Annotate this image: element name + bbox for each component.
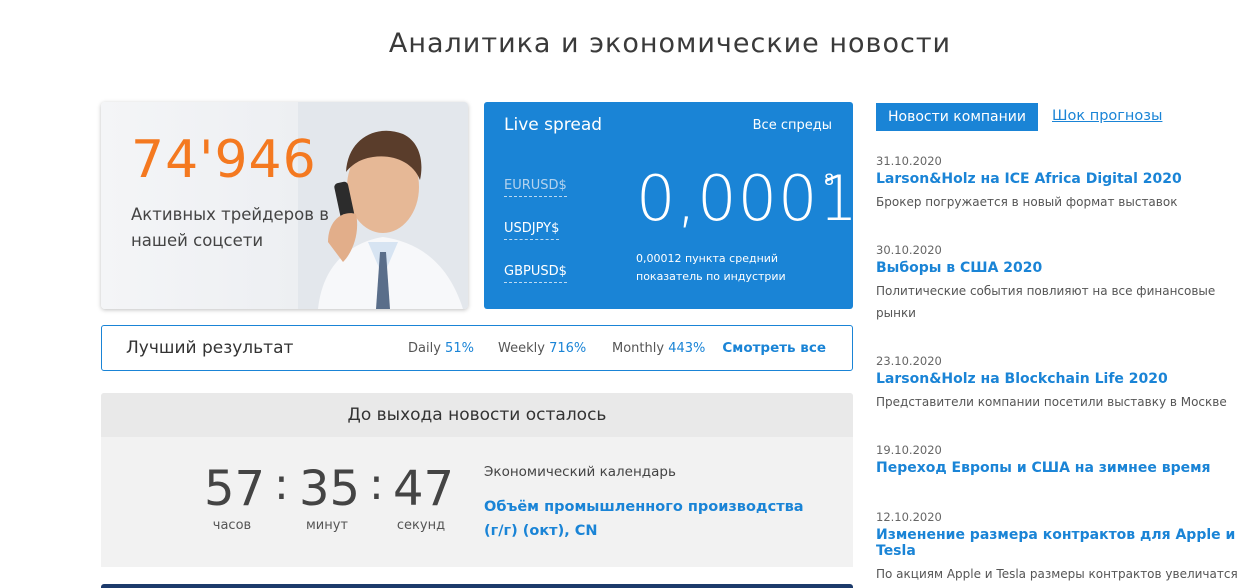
spread-title: Live spread bbox=[504, 115, 603, 135]
countdown-heading: До выхода новости осталось bbox=[101, 393, 853, 437]
news-date: 23.10.2020 bbox=[876, 354, 942, 368]
tab-company-news[interactable]: Новости компании bbox=[876, 103, 1038, 131]
stat-weekly[interactable]: Weekly 716% bbox=[498, 341, 586, 356]
all-spreads-link[interactable]: Все спреды bbox=[753, 118, 832, 133]
news-title-link[interactable]: Переход Европы и США на зимнее время bbox=[876, 460, 1246, 476]
news-item: 31.10.2020 Larson&Holz на ICE Africa Dig… bbox=[876, 154, 1246, 213]
countdown-minutes: 35 bbox=[299, 461, 361, 517]
economic-calendar-label: Экономический календарь bbox=[484, 464, 676, 480]
news-description: Представители компании посетили выставку… bbox=[876, 395, 1227, 409]
countdown-body: 57 : 35 : 47 часов минут секунд Экономич… bbox=[101, 437, 853, 567]
stat-daily-value: 51% bbox=[445, 341, 474, 356]
news-item: 30.10.2020 Выборы в США 2020 Политически… bbox=[876, 243, 1246, 324]
news-date: 30.10.2020 bbox=[876, 243, 942, 257]
seconds-label: секунд bbox=[396, 518, 446, 533]
hours-label: часов bbox=[212, 518, 252, 533]
news-title-link[interactable]: Larson&Holz на Blockchain Life 2020 bbox=[876, 371, 1246, 387]
news-date: 31.10.2020 bbox=[876, 154, 942, 168]
stat-weekly-value: 716% bbox=[549, 341, 587, 356]
next-section-edge bbox=[101, 584, 853, 588]
traders-promo-card[interactable]: 74'946 Активных трейдеров в нашей соцсет… bbox=[101, 102, 468, 309]
page-title: Аналитика и экономические новости bbox=[388, 28, 952, 59]
news-title-link[interactable]: Изменение размера контрактов для Apple и… bbox=[876, 527, 1246, 559]
countdown-separator: : bbox=[369, 459, 384, 510]
pair-eurusd[interactable]: EURUSD$ bbox=[504, 178, 567, 197]
news-title-link[interactable]: Выборы в США 2020 bbox=[876, 260, 1246, 276]
live-spread-card: Live spread Все спреды EURUSD$ USDJPY$ G… bbox=[484, 102, 858, 309]
news-description: Политические события повлияют на все фин… bbox=[876, 284, 1216, 320]
news-title-link[interactable]: Larson&Holz на ICE Africa Digital 2020 bbox=[876, 171, 1246, 187]
news-date: 19.10.2020 bbox=[876, 443, 942, 457]
minutes-label: минут bbox=[305, 518, 349, 533]
countdown-separator: : bbox=[274, 459, 289, 510]
news-description: По акциям Apple и Tesla размеры контракт… bbox=[876, 567, 1238, 581]
stat-monthly-name: Monthly bbox=[612, 341, 665, 356]
best-result-label: Лучший результат bbox=[126, 338, 294, 358]
stat-daily[interactable]: Daily 51% bbox=[408, 341, 474, 356]
pair-gbpusd[interactable]: GBPUSD$ bbox=[504, 264, 567, 283]
news-item: 19.10.2020 Переход Европы и США на зимне… bbox=[876, 443, 1246, 476]
best-result-bar: Лучший результат Daily 51% Weekly 716% M… bbox=[101, 325, 853, 371]
news-countdown: До выхода новости осталось 57 : 35 : 47 … bbox=[101, 393, 853, 567]
news-item: 23.10.2020 Larson&Holz на Blockchain Lif… bbox=[876, 354, 1246, 413]
countdown-seconds: 47 bbox=[393, 461, 455, 517]
pair-usdjpy[interactable]: USDJPY$ bbox=[504, 221, 560, 240]
stat-weekly-name: Weekly bbox=[498, 341, 545, 356]
news-description: Брокер погружается в новый формат выстав… bbox=[876, 195, 1178, 209]
spread-superscript: 8 bbox=[824, 170, 835, 189]
countdown-hours: 57 bbox=[204, 461, 266, 517]
spread-note: 0,00012 пункта средний показатель по инд… bbox=[636, 252, 786, 283]
traders-count: 74'946 bbox=[131, 130, 317, 190]
view-all-link[interactable]: Смотреть все bbox=[722, 340, 826, 356]
stat-daily-name: Daily bbox=[408, 341, 441, 356]
news-item: 12.10.2020 Изменение размера контрактов … bbox=[876, 510, 1246, 588]
stat-monthly-value: 443% bbox=[668, 341, 706, 356]
traders-caption: Активных трейдеров в нашей соцсети bbox=[131, 205, 329, 250]
news-date: 12.10.2020 bbox=[876, 510, 942, 524]
calendar-event-link[interactable]: Объём промышленного производства (г/г) (… bbox=[484, 495, 814, 543]
tab-shock-forecasts[interactable]: Шок прогнозы bbox=[1052, 108, 1162, 124]
stat-monthly[interactable]: Monthly 443% bbox=[612, 341, 705, 356]
